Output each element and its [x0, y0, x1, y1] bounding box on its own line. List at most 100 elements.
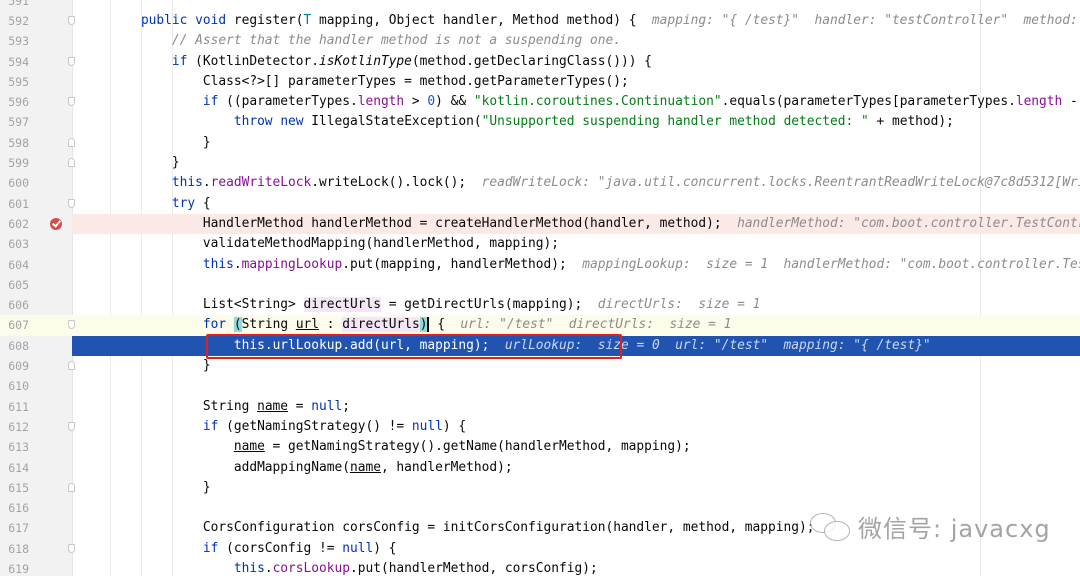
- line-number[interactable]: 598: [0, 133, 29, 153]
- code-line[interactable]: 593 // Assert that the handler method is…: [0, 31, 1080, 51]
- fold-marker-icon[interactable]: [68, 198, 75, 208]
- line-number[interactable]: 599: [0, 153, 29, 173]
- fold-marker-icon[interactable]: [68, 97, 75, 107]
- code-token: :: [319, 317, 343, 333]
- wechat-icon: [810, 511, 852, 541]
- fold-marker-icon[interactable]: [68, 421, 75, 431]
- code-token: // Assert that the handler method is not…: [171, 33, 621, 49]
- code-line[interactable]: 607 for (String url : directUrls) { url:…: [0, 315, 1080, 336]
- code-token: if: [202, 418, 219, 434]
- fold-marker-icon[interactable]: [68, 543, 75, 553]
- code-token: ) {: [442, 418, 467, 434]
- line-number[interactable]: 594: [0, 52, 29, 72]
- code-token: + method);: [868, 114, 954, 130]
- code-token: name: [233, 439, 265, 455]
- fold-marker-icon[interactable]: [68, 361, 75, 371]
- code-text: }: [79, 153, 180, 173]
- line-number[interactable]: 614: [0, 458, 29, 478]
- code-token: String: [79, 398, 258, 414]
- code-line[interactable]: 595 Class<?>[] parameterTypes = method.g…: [0, 72, 1080, 92]
- code-line[interactable]: 596 if ((parameterTypes.length > 0) && "…: [0, 92, 1080, 112]
- line-number[interactable]: 615: [0, 478, 29, 498]
- code-token: .: [233, 256, 242, 272]
- line-number[interactable]: 607: [0, 315, 29, 335]
- code-line[interactable]: 604 this.mappingLookup.put(mapping, hand…: [0, 255, 1080, 275]
- code-token: ) &&: [435, 94, 474, 110]
- line-number[interactable]: 603: [0, 234, 29, 254]
- breakpoint-icon[interactable]: [50, 217, 62, 230]
- line-number[interactable]: 597: [0, 112, 29, 132]
- code-text: name = getNamingStrategy().getName(handl…: [79, 437, 691, 457]
- line-number[interactable]: 596: [0, 92, 29, 112]
- line-number[interactable]: 610: [0, 376, 29, 396]
- code-token: }: [79, 358, 211, 374]
- code-line[interactable]: 603 validateMethodMapping(handlerMethod,…: [0, 234, 1080, 254]
- code-line[interactable]: 615 }: [0, 478, 1080, 498]
- line-number[interactable]: 617: [0, 518, 29, 538]
- line-number[interactable]: 616: [0, 498, 29, 518]
- code-line[interactable]: 601 try {: [0, 194, 1080, 214]
- code-line[interactable]: 599 }: [0, 153, 1080, 173]
- code-token: =: [288, 398, 312, 414]
- code-token: mappingLookup: [241, 256, 343, 272]
- code-text: }: [79, 356, 211, 376]
- code-line[interactable]: 610: [0, 376, 1080, 396]
- code-lines: 591 592 public void register(T mapping, O…: [0, 0, 1080, 576]
- fold-marker-icon[interactable]: [68, 16, 75, 25]
- line-number[interactable]: 609: [0, 356, 29, 376]
- code-line[interactable]: 594 if (KotlinDetector.isKotlinType(meth…: [0, 52, 1080, 72]
- code-line[interactable]: 612 if (getNamingStrategy() != null) {: [0, 417, 1080, 437]
- fold-marker-icon[interactable]: [68, 137, 75, 147]
- line-number[interactable]: 600: [0, 173, 29, 193]
- code-line[interactable]: 619 this.corsLookup.put(handlerMethod, c…: [0, 559, 1080, 576]
- code-editor[interactable]: 591 592 public void register(T mapping, O…: [0, 0, 1080, 576]
- code-token: Class<?>[] parameterTypes = method.getPa…: [79, 73, 629, 89]
- line-number[interactable]: 612: [0, 417, 29, 437]
- line-number[interactable]: 618: [0, 539, 29, 559]
- debug-inline-value: mappingLookup: size = 1 handlerMethod: "…: [566, 256, 1080, 272]
- code-line[interactable]: 613 name = getNamingStrategy().getName(h…: [0, 437, 1080, 457]
- code-line[interactable]: 598 }: [0, 133, 1080, 153]
- code-line[interactable]: 592 public void register(T mapping, Obje…: [0, 11, 1080, 31]
- code-token: for: [202, 317, 227, 333]
- line-number[interactable]: 591: [0, 0, 29, 11]
- code-token: directUrls: [342, 317, 420, 333]
- code-line[interactable]: 606 List<String> directUrls = getDirectU…: [0, 295, 1080, 315]
- code-text: }: [79, 133, 211, 153]
- code-line[interactable]: 614 addMappingName(name, handlerMethod);: [0, 458, 1080, 478]
- line-number[interactable]: 608: [0, 336, 29, 356]
- code-line[interactable]: 600 this.readWriteLock.writeLock().lock(…: [0, 173, 1080, 193]
- code-token: }: [79, 155, 180, 171]
- code-token: this: [171, 175, 203, 191]
- code-text: List<String> directUrls = getDirectUrls(…: [79, 295, 760, 315]
- line-number[interactable]: 611: [0, 397, 29, 417]
- line-number[interactable]: 605: [0, 275, 29, 295]
- line-number[interactable]: 606: [0, 295, 29, 315]
- line-number[interactable]: 593: [0, 31, 29, 51]
- code-text: if (corsConfig != null) {: [79, 539, 397, 559]
- code-line[interactable]: 605: [0, 275, 1080, 295]
- code-line[interactable]: 597 throw new IllegalStateException("Uns…: [0, 112, 1080, 132]
- code-text: HandlerMethod handlerMethod = createHand…: [79, 214, 1080, 234]
- fold-marker-icon[interactable]: [68, 158, 75, 168]
- code-token: public: [140, 13, 188, 28]
- code-token: .put(mapping, handlerMethod);: [342, 256, 567, 272]
- line-number[interactable]: 592: [0, 11, 29, 31]
- line-number[interactable]: 613: [0, 437, 29, 457]
- line-number[interactable]: 601: [0, 194, 29, 214]
- line-number[interactable]: 619: [0, 559, 29, 576]
- code-line[interactable]: 609 }: [0, 356, 1080, 376]
- fold-marker-icon[interactable]: [68, 56, 75, 66]
- code-text: CorsConfiguration corsConfig = initCorsC…: [79, 518, 815, 538]
- line-number[interactable]: 595: [0, 72, 29, 92]
- code-line[interactable]: 591: [0, 0, 1080, 11]
- fold-marker-icon[interactable]: [68, 482, 75, 492]
- fold-marker-icon[interactable]: [68, 320, 75, 330]
- code-line[interactable]: 602 HandlerMethod handlerMethod = create…: [0, 213, 1080, 235]
- line-number[interactable]: 602: [0, 214, 29, 234]
- line-number[interactable]: 604: [0, 255, 29, 275]
- code-text: this.mappingLookup.put(mapping, handlerM…: [79, 255, 1080, 275]
- code-text: this.readWriteLock.writeLock().lock(); r…: [79, 173, 1080, 193]
- code-line[interactable]: 611 String name = null;: [0, 397, 1080, 417]
